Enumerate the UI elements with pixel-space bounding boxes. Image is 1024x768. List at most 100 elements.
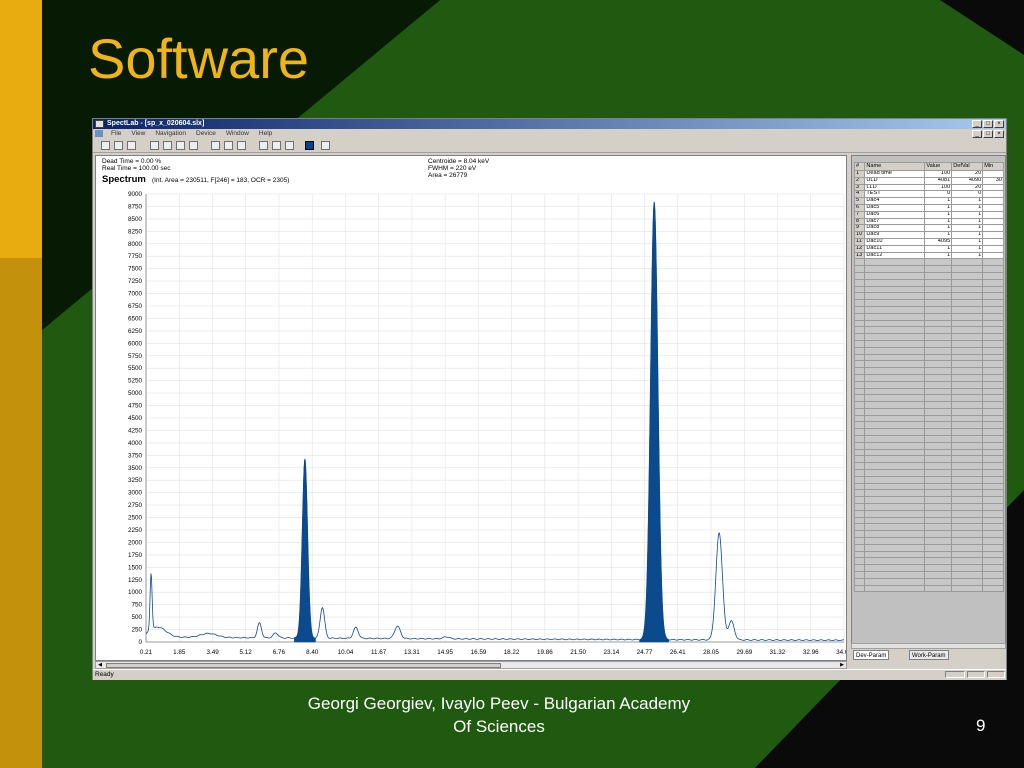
empty-cell[interactable] [982, 292, 1004, 301]
table-row[interactable] [853, 537, 1004, 545]
empty-cell[interactable] [853, 346, 866, 355]
table-row[interactable] [853, 584, 1004, 593]
empty-cell[interactable] [864, 435, 926, 443]
tab-work-param[interactable]: Work-Param [909, 650, 949, 660]
empty-cell[interactable] [951, 339, 984, 348]
empty-cell[interactable] [924, 346, 953, 355]
empty-cell[interactable] [982, 469, 1004, 477]
empty-cell[interactable] [924, 401, 953, 409]
empty-cell[interactable] [924, 394, 953, 403]
spectrum-chart[interactable]: 9000875085008250800077507500725070006750… [96, 156, 846, 660]
table-cell[interactable]: 1 [951, 244, 984, 253]
empty-cell[interactable] [864, 441, 926, 450]
table-row[interactable] [853, 319, 1004, 328]
table-row[interactable] [853, 278, 1004, 287]
table-row[interactable]: 3 LLD 100 20 [853, 183, 1004, 192]
empty-cell[interactable] [982, 482, 1004, 491]
table-cell[interactable]: 12 [853, 244, 866, 253]
empty-cell[interactable] [864, 564, 926, 573]
empty-cell[interactable] [951, 469, 984, 477]
empty-cell[interactable] [853, 462, 866, 471]
empty-cell[interactable] [853, 387, 866, 396]
empty-cell[interactable] [951, 428, 984, 437]
empty-cell[interactable] [951, 353, 984, 362]
empty-cell[interactable] [982, 360, 1004, 369]
table-cell[interactable]: 4090 [951, 176, 984, 185]
empty-cell[interactable] [924, 441, 953, 450]
table-row[interactable] [853, 550, 1004, 559]
empty-cell[interactable] [853, 564, 866, 573]
empty-cell[interactable] [982, 353, 1004, 362]
table-row[interactable] [853, 312, 1004, 321]
empty-cell[interactable] [951, 394, 984, 403]
empty-cell[interactable] [924, 509, 953, 518]
empty-cell[interactable] [951, 441, 984, 450]
empty-cell[interactable] [951, 271, 984, 280]
empty-cell[interactable] [951, 496, 984, 505]
empty-cell[interactable] [951, 543, 984, 552]
empty-cell[interactable] [924, 380, 953, 389]
table-row[interactable] [853, 373, 1004, 382]
table-cell[interactable] [982, 210, 1004, 219]
empty-cell[interactable] [853, 333, 866, 341]
table-row[interactable] [853, 333, 1004, 341]
empty-cell[interactable] [853, 571, 866, 579]
table-row[interactable] [853, 265, 1004, 273]
table-cell[interactable]: 0 [951, 190, 984, 199]
empty-cell[interactable] [924, 435, 953, 443]
table-cell[interactable] [982, 251, 1004, 260]
empty-cell[interactable] [982, 299, 1004, 307]
table-row[interactable] [853, 509, 1004, 518]
empty-cell[interactable] [982, 373, 1004, 382]
table-cell[interactable]: 9 [853, 224, 866, 233]
empty-cell[interactable] [924, 482, 953, 491]
empty-cell[interactable] [853, 503, 866, 511]
empty-cell[interactable] [853, 516, 866, 525]
column-header[interactable]: Value [924, 162, 953, 171]
empty-cell[interactable] [864, 271, 926, 280]
empty-cell[interactable] [864, 278, 926, 287]
empty-cell[interactable] [951, 550, 984, 559]
empty-cell[interactable] [982, 394, 1004, 403]
open-folder-icon[interactable] [114, 141, 123, 150]
table-row[interactable] [853, 475, 1004, 484]
table-row[interactable] [853, 401, 1004, 409]
empty-cell[interactable] [924, 414, 953, 423]
empty-cell[interactable] [982, 455, 1004, 464]
table-row[interactable]: 13 Dac12 1 1 [853, 251, 1004, 260]
empty-cell[interactable] [924, 407, 953, 416]
empty-cell[interactable] [853, 271, 866, 280]
spectrum-view-icon[interactable] [305, 141, 314, 150]
empty-cell[interactable] [982, 543, 1004, 552]
empty-cell[interactable] [864, 516, 926, 525]
table-row[interactable] [853, 407, 1004, 416]
table-row[interactable]: 10 Dac9 1 1 [853, 231, 1004, 239]
empty-cell[interactable] [864, 387, 926, 396]
table-row[interactable] [853, 421, 1004, 430]
empty-cell[interactable] [982, 312, 1004, 321]
empty-cell[interactable] [864, 285, 926, 294]
table-cell[interactable]: 1 [951, 224, 984, 233]
empty-cell[interactable] [864, 292, 926, 301]
empty-cell[interactable] [864, 428, 926, 437]
empty-cell[interactable] [982, 326, 1004, 335]
empty-cell[interactable] [951, 312, 984, 321]
maximize-button[interactable]: □ [983, 120, 993, 128]
table-cell[interactable]: 1 [924, 210, 953, 219]
empty-cell[interactable] [951, 571, 984, 579]
table-row[interactable] [853, 435, 1004, 443]
table-cell[interactable]: Dac10 [864, 237, 926, 246]
empty-cell[interactable] [924, 360, 953, 369]
table-cell[interactable]: 2 [853, 176, 866, 185]
table-row[interactable] [853, 360, 1004, 369]
empty-cell[interactable] [951, 584, 984, 593]
empty-cell[interactable] [853, 550, 866, 559]
table-row[interactable] [853, 271, 1004, 280]
empty-cell[interactable] [853, 482, 866, 491]
empty-cell[interactable] [951, 537, 984, 545]
empty-cell[interactable] [864, 455, 926, 464]
empty-cell[interactable] [864, 530, 926, 539]
empty-cell[interactable] [951, 380, 984, 389]
empty-cell[interactable] [982, 571, 1004, 579]
table-row[interactable] [853, 299, 1004, 307]
